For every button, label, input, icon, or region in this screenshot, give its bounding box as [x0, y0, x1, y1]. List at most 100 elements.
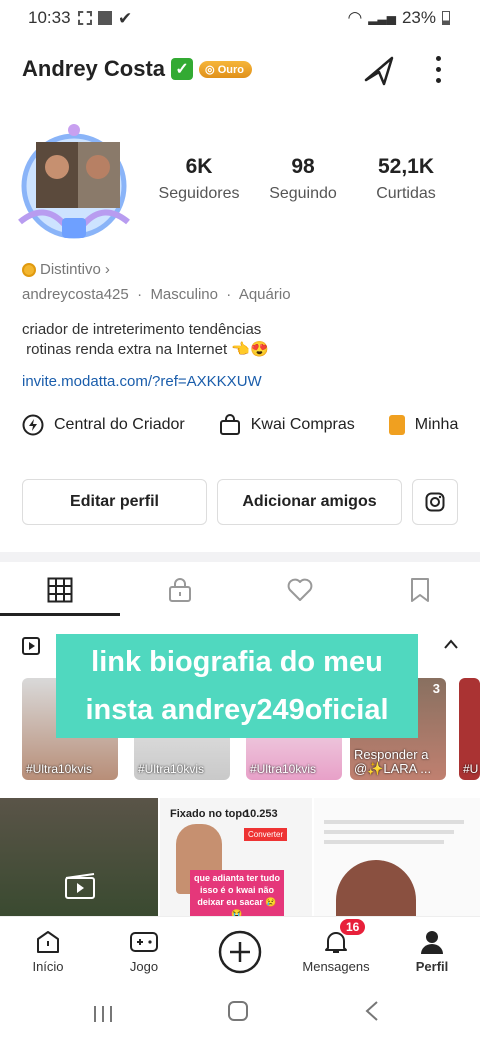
video-caption: #Ultra10kvis: [26, 762, 93, 776]
back-icon[interactable]: [364, 1000, 380, 1022]
status-bar: 10:33 ✔ ◠ ▂▃▅ 23%: [0, 0, 480, 36]
followers-label: Seguidores: [158, 185, 240, 202]
status-icons: ✔: [78, 8, 133, 28]
nav-game[interactable]: Jogo: [96, 917, 192, 986]
video-caption: #U: [463, 762, 479, 776]
distintivo-link[interactable]: Distintivo ›: [22, 261, 110, 278]
lightning-icon: [22, 414, 44, 436]
stat-following[interactable]: 98 Seguindo: [248, 155, 358, 203]
video-caption: #Ultra10kvis: [250, 762, 317, 776]
signal-icon: ▂▃▅: [368, 11, 396, 25]
screenshot-icon: [78, 11, 92, 25]
nav-messages[interactable]: 16 Mensagens: [288, 917, 384, 986]
profile-link[interactable]: invite.modatta.com/?ref=AXKKXUW: [22, 373, 262, 390]
wifi-icon: ◠: [347, 8, 363, 27]
more-options-icon[interactable]: [436, 56, 442, 83]
nav-home[interactable]: Início: [0, 917, 96, 986]
system-nav: [0, 986, 480, 1040]
likes-count: 52,1K: [377, 155, 435, 178]
likes-label: Curtidas: [376, 185, 436, 202]
image-icon: [98, 11, 112, 25]
post-caption: que adianta ter tudo isso é o kwai não d…: [190, 870, 284, 916]
profile-name: Andrey Costa: [22, 56, 166, 81]
rank-badge-label: Ouro: [217, 63, 244, 76]
stat-followers[interactable]: 6K Seguidores: [144, 155, 254, 203]
tab-grid[interactable]: [0, 564, 120, 616]
nav-game-label: Jogo: [129, 959, 159, 974]
post-item[interactable]: [0, 798, 158, 916]
draft-video-icon: [65, 873, 95, 899]
nav-home-label: Início: [32, 959, 64, 974]
chevron-up-icon[interactable]: [444, 639, 458, 649]
playlist-icon: [22, 637, 40, 655]
checkmark-icon: ✔: [118, 9, 133, 28]
tab-liked[interactable]: [240, 564, 360, 616]
minha-button[interactable]: Minha: [388, 414, 459, 436]
battery-text: 23%: [401, 8, 436, 27]
convert-button: Converter: [244, 828, 288, 841]
shopping-bag-icon: [219, 414, 240, 435]
status-right: ◠ ▂▃▅ 23%: [347, 8, 450, 28]
person-image: [336, 860, 416, 916]
post-item[interactable]: [314, 798, 480, 916]
chevron-right-icon: ›: [104, 261, 110, 278]
rank-badge[interactable]: ◎ Ouro: [199, 60, 252, 78]
status-time: 10:33: [28, 8, 71, 27]
nav-profile[interactable]: Perfil: [384, 917, 480, 986]
recents-icon[interactable]: [92, 1004, 114, 1024]
video-caption: Responder a @✨LARA ...: [354, 747, 432, 776]
minha-label: Minha: [414, 416, 459, 433]
active-tab-indicator: [0, 613, 120, 616]
home-button-icon[interactable]: [227, 1000, 249, 1022]
kwai-shop-label: Kwai Compras: [250, 416, 355, 433]
following-count: 98: [291, 155, 315, 178]
profile-meta: andreycosta425 · Masculino · Aquário: [22, 286, 291, 303]
followers-count: 6K: [185, 155, 213, 178]
share-icon[interactable]: [362, 52, 398, 86]
section-divider: [0, 552, 480, 562]
kwai-shop-button[interactable]: Kwai Compras: [219, 414, 355, 436]
home-icon: [37, 931, 59, 953]
profile-bio: criador de intreterimento tendências rot…: [22, 321, 269, 358]
pinned-label: Fixado no topo: [170, 808, 249, 820]
coin-icon: [22, 262, 36, 277]
nav-create[interactable]: [192, 917, 288, 986]
video-count: 3: [432, 681, 440, 696]
post-item[interactable]: Fixado no topo 10.253 Converter que adia…: [160, 798, 312, 916]
nav-messages-label: Mensagens: [302, 959, 370, 974]
avatar[interactable]: [14, 122, 134, 244]
gamepad-icon: [130, 932, 158, 952]
zodiac-sign: Aquário: [238, 286, 291, 303]
gender: Masculino: [150, 286, 218, 303]
video-caption: #Ultra10kvis: [138, 762, 205, 776]
messages-badge: 16: [340, 919, 366, 935]
creator-tools: Central do Criador Kwai Compras Minha: [22, 414, 458, 436]
bookmark-icon: [411, 578, 429, 602]
edit-profile-button[interactable]: Editar perfil: [22, 479, 207, 525]
creator-center-button[interactable]: Central do Criador: [22, 414, 185, 436]
lock-icon: [169, 578, 191, 602]
battery-icon: [442, 11, 450, 25]
instagram-icon: [425, 492, 445, 512]
nav-profile-label: Perfil: [415, 959, 449, 974]
grid-icon: [47, 577, 73, 603]
distintivo-label: Distintivo: [40, 261, 101, 278]
playlist-video[interactable]: #U: [459, 678, 480, 780]
handle: andreycosta425: [22, 286, 129, 303]
instagram-button[interactable]: [412, 479, 458, 525]
add-friends-button[interactable]: Adicionar amigos: [217, 479, 402, 525]
person-icon: [421, 931, 443, 954]
profile-header: Andrey Costa ✓ ◎ Ouro: [22, 56, 252, 82]
tab-saved[interactable]: [360, 564, 480, 616]
content-tabs: [0, 564, 480, 616]
following-label: Seguindo: [269, 185, 337, 202]
verified-icon: ✓: [171, 58, 194, 80]
tab-private[interactable]: [120, 564, 240, 616]
overlay-banner: link biografia do meu insta andrey249ofi…: [56, 634, 418, 738]
plus-icon: [218, 930, 262, 973]
creator-center-label: Central do Criador: [54, 416, 185, 433]
stat-likes[interactable]: 52,1K Curtidas: [351, 155, 461, 203]
heart-icon: [287, 578, 313, 601]
bottom-nav: Início Jogo 16 Mensagens Perfil: [0, 916, 480, 986]
pinned-count: 10.253: [244, 808, 278, 820]
